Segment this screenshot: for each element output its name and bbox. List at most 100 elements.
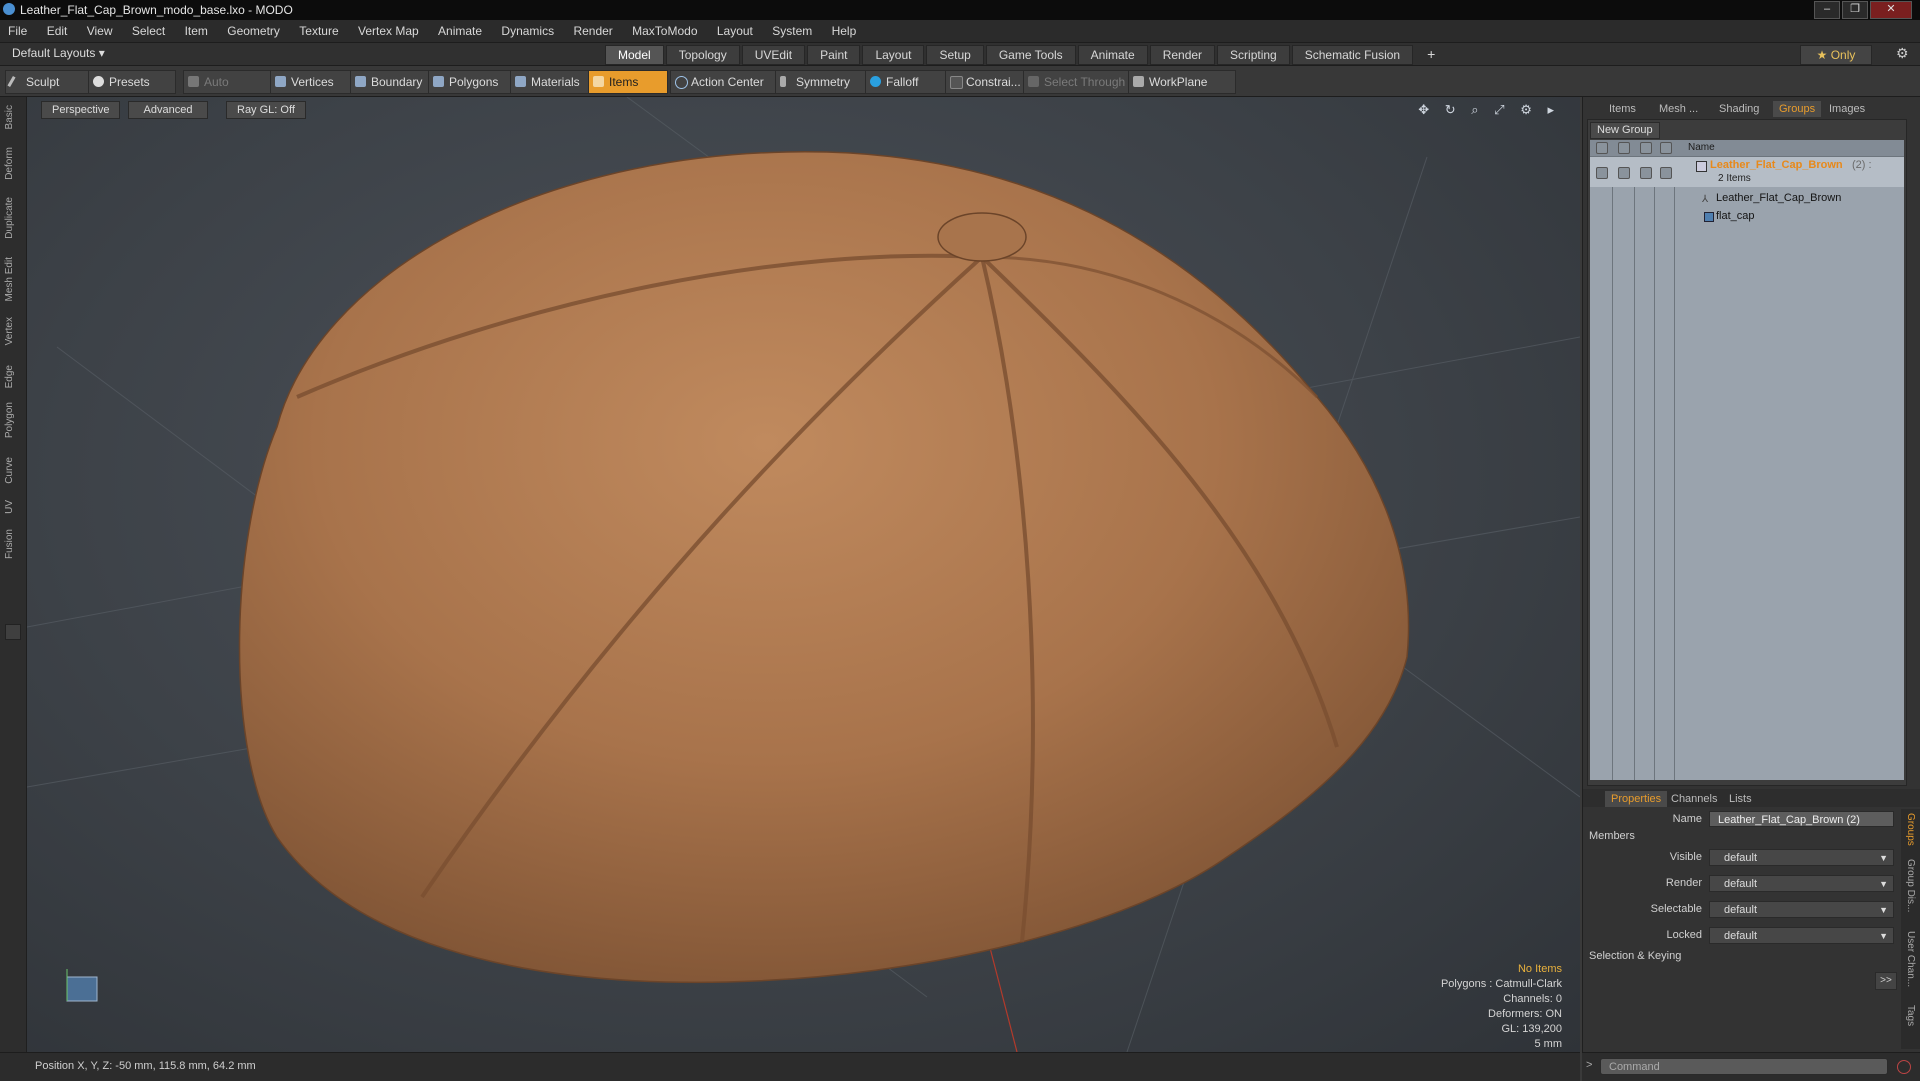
- menu-help[interactable]: Help: [824, 20, 865, 42]
- tab-shading[interactable]: Shading: [1713, 101, 1765, 117]
- layout-selector[interactable]: Default Layouts ▾: [12, 46, 105, 60]
- name-field[interactable]: Leather_Flat_Cap_Brown (2): [1709, 811, 1894, 827]
- selection-keying-section[interactable]: Selection & Keying: [1589, 950, 1681, 962]
- menu-edit[interactable]: Edit: [39, 20, 76, 42]
- tab-render[interactable]: Render: [1149, 45, 1216, 65]
- tab-animate[interactable]: Animate: [1077, 45, 1148, 65]
- symmetry-button[interactable]: Symmetry: [775, 70, 878, 94]
- tab-layout[interactable]: Layout: [862, 45, 925, 65]
- left-tab-deform[interactable]: Deform: [4, 147, 15, 180]
- view-mode-perspective[interactable]: Perspective: [41, 101, 121, 119]
- menu-render[interactable]: Render: [565, 20, 620, 42]
- tab-items[interactable]: Items: [1603, 101, 1642, 117]
- column-divider: [1674, 156, 1675, 780]
- group-visible-toggle[interactable]: [1596, 167, 1608, 179]
- side-tab-tags[interactable]: Tags: [1905, 1005, 1916, 1026]
- vertices-button[interactable]: Vertices: [270, 70, 358, 94]
- menu-maxtomodo[interactable]: MaxToModo: [624, 20, 705, 42]
- tab-model[interactable]: Model: [605, 45, 664, 65]
- workplane-button[interactable]: WorkPlane: [1128, 70, 1236, 94]
- command-record-icon[interactable]: [1897, 1060, 1911, 1074]
- constraints-icon: [950, 76, 963, 89]
- sculpt-button[interactable]: Sculpt: [5, 70, 93, 94]
- left-tab-mesh-edit[interactable]: Mesh Edit: [4, 257, 15, 301]
- close-button[interactable]: ✕: [1870, 1, 1912, 19]
- tree-item-mesh[interactable]: ⅄ Leather_Flat_Cap_Brown: [1590, 190, 1904, 208]
- presets-button[interactable]: Presets: [88, 70, 176, 94]
- side-tab-groups[interactable]: Groups: [1905, 813, 1916, 846]
- tab-groups[interactable]: Groups: [1773, 101, 1822, 117]
- auto-select-button[interactable]: Auto Select: [183, 70, 271, 111]
- viewport-nav-icons[interactable]: ✥ ↻ ⌕ ⤢ ⚙ ▸: [1418, 102, 1560, 118]
- raygl-toggle[interactable]: Ray GL: Off: [226, 101, 306, 119]
- menu-vertex-map[interactable]: Vertex Map: [350, 20, 427, 42]
- menu-system[interactable]: System: [764, 20, 820, 42]
- mesh-icon: [1704, 212, 1714, 222]
- select-icon[interactable]: [1660, 142, 1672, 154]
- maximize-button[interactable]: ❐: [1842, 1, 1868, 19]
- tab-properties[interactable]: Properties: [1605, 791, 1668, 807]
- tree-item-flat-cap[interactable]: flat_cap: [1590, 208, 1904, 226]
- left-tab-duplicate[interactable]: Duplicate: [4, 197, 15, 239]
- tab-scripting[interactable]: Scripting: [1217, 45, 1290, 65]
- tab-channels[interactable]: Channels: [1665, 791, 1723, 807]
- falloff-button[interactable]: Falloff: [865, 70, 953, 94]
- menu-file[interactable]: File: [0, 20, 35, 42]
- side-tab-group-display[interactable]: Group Dis...: [1905, 859, 1916, 912]
- tab-mesh[interactable]: Mesh ...: [1653, 101, 1704, 117]
- group-select-toggle[interactable]: [1660, 167, 1672, 179]
- left-tab-curve[interactable]: Curve: [4, 457, 15, 484]
- command-input[interactable]: Command: [1600, 1058, 1888, 1075]
- 3d-viewport[interactable]: Perspective Advanced Ray GL: Off ✥ ↻ ⌕ ⤢…: [27, 97, 1580, 1052]
- position-readout: Position X, Y, Z: -50 mm, 115.8 mm, 64.2…: [35, 1060, 256, 1072]
- left-strip-toggle[interactable]: [5, 624, 21, 640]
- left-tab-vertex[interactable]: Vertex: [4, 317, 15, 345]
- group-render-toggle[interactable]: [1618, 167, 1630, 179]
- menu-item[interactable]: Item: [177, 20, 216, 42]
- layout-gear-icon[interactable]: ⚙: [1896, 45, 1909, 62]
- side-tab-user-channels[interactable]: User Chan...: [1905, 931, 1916, 987]
- tab-uvedit[interactable]: UVEdit: [741, 45, 806, 65]
- visible-select[interactable]: default ▼: [1709, 849, 1894, 866]
- only-toggle[interactable]: ★ Only: [1800, 45, 1872, 65]
- group-row[interactable]: Leather_Flat_Cap_Brown (2) : 2 Items: [1590, 157, 1904, 187]
- menu-texture[interactable]: Texture: [291, 20, 346, 42]
- tab-topology[interactable]: Topology: [665, 45, 740, 65]
- materials-icon: [515, 76, 526, 87]
- menu-layout[interactable]: Layout: [709, 20, 761, 42]
- render-select[interactable]: default ▼: [1709, 875, 1894, 892]
- members-section[interactable]: Members: [1589, 830, 1635, 842]
- render-icon[interactable]: [1618, 142, 1630, 154]
- tab-schematic-fusion[interactable]: Schematic Fusion: [1291, 45, 1414, 65]
- tab-game-tools[interactable]: Game Tools: [985, 45, 1076, 65]
- visibility-eye-icon[interactable]: [1596, 142, 1608, 154]
- left-tab-basic[interactable]: Basic: [4, 105, 15, 129]
- tab-paint[interactable]: Paint: [807, 45, 861, 65]
- minimize-button[interactable]: –: [1814, 1, 1840, 19]
- shading-advanced[interactable]: Advanced: [128, 101, 208, 119]
- expand-button[interactable]: >>: [1875, 972, 1897, 990]
- add-tab-button[interactable]: +: [1415, 45, 1447, 63]
- menu-view[interactable]: View: [79, 20, 121, 42]
- selectable-select[interactable]: default ▼: [1709, 901, 1894, 918]
- tab-images[interactable]: Images: [1823, 101, 1871, 117]
- left-tab-edge[interactable]: Edge: [4, 365, 15, 388]
- menu-geometry[interactable]: Geometry: [219, 20, 288, 42]
- locked-select[interactable]: default ▼: [1709, 927, 1894, 944]
- left-tab-fusion[interactable]: Fusion: [4, 529, 15, 559]
- select-through-button[interactable]: Select Through: [1023, 70, 1145, 94]
- items-button[interactable]: Items: [588, 70, 668, 94]
- column-divider: [1634, 156, 1635, 780]
- menu-select[interactable]: Select: [124, 20, 173, 42]
- group-lock-toggle[interactable]: [1640, 167, 1652, 179]
- menu-dynamics[interactable]: Dynamics: [493, 20, 562, 42]
- tab-setup[interactable]: Setup: [926, 45, 984, 65]
- left-tab-polygon[interactable]: Polygon: [4, 402, 15, 438]
- lock-icon[interactable]: [1640, 142, 1652, 154]
- left-tab-uv[interactable]: UV: [4, 500, 15, 514]
- action-center-button[interactable]: Action Center: [670, 70, 790, 94]
- boundary-icon: [355, 76, 366, 87]
- new-group-button[interactable]: New Group: [1590, 122, 1660, 139]
- tab-lists[interactable]: Lists: [1723, 791, 1758, 807]
- menu-animate[interactable]: Animate: [430, 20, 490, 42]
